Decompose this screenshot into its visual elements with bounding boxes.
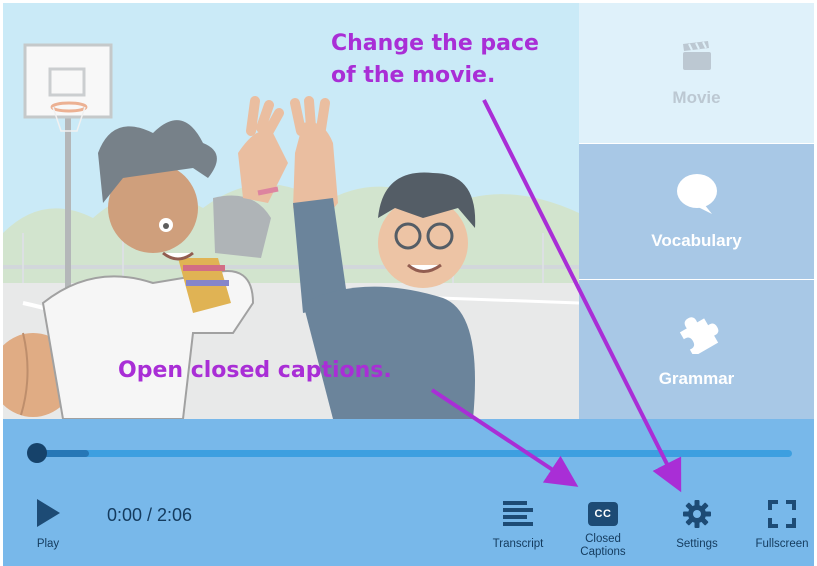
- gear-icon: [682, 499, 712, 534]
- cc-badge: CC: [588, 502, 618, 526]
- annotation-pace-line1: Change the pace: [331, 31, 539, 56]
- annotation-open-captions: Open closed captions.: [118, 358, 392, 383]
- annotation-pace-line2: of the movie.: [331, 63, 496, 88]
- annotation-change-pace: Change the pace of the movie.: [331, 28, 539, 92]
- player-controls: Play 0:00 / 2:06 Transcript CC Closed Ca…: [3, 419, 814, 566]
- sidebar-item-grammar[interactable]: Grammar: [579, 280, 814, 419]
- closed-captions-icon: CC: [588, 499, 618, 529]
- sidebar-item-label: Grammar: [658, 369, 735, 388]
- speech-bubble-icon: [674, 172, 720, 221]
- sidebar-item-label: Movie: [672, 87, 721, 107]
- play-icon: [34, 497, 62, 534]
- scrubber-handle[interactable]: [27, 443, 47, 463]
- sidebar-item-vocabulary[interactable]: Vocabulary: [579, 144, 814, 279]
- fullscreen-label: Fullscreen: [755, 538, 809, 550]
- transcript-icon: [501, 499, 535, 534]
- fullscreen-button[interactable]: Fullscreen: [747, 499, 817, 551]
- clapperboard-icon: [680, 39, 714, 78]
- settings-label: Settings: [676, 538, 718, 550]
- closed-captions-label: Closed Captions: [580, 533, 625, 559]
- play-button[interactable]: Play: [27, 497, 69, 551]
- cc-label-line2: Captions: [580, 546, 626, 558]
- sidebar-item-movie[interactable]: Movie: [579, 3, 814, 143]
- cc-label-line1: Closed: [585, 533, 621, 545]
- play-label: Play: [36, 538, 60, 550]
- fullscreen-icon: [767, 499, 797, 534]
- transcript-label: Transcript: [492, 538, 544, 550]
- progress-bar[interactable]: [36, 450, 792, 457]
- time-display: 0:00 / 2:06: [107, 505, 193, 525]
- closed-captions-button[interactable]: CC Closed Captions: [573, 499, 633, 559]
- sidebar-item-label: Vocabulary: [651, 231, 742, 250]
- transcript-button[interactable]: Transcript: [487, 499, 549, 551]
- settings-button[interactable]: Settings: [667, 499, 727, 551]
- video-player: Movie Vocabulary Grammar Play 0:00 / 2:0…: [0, 0, 817, 566]
- puzzle-piece-icon: [675, 310, 719, 359]
